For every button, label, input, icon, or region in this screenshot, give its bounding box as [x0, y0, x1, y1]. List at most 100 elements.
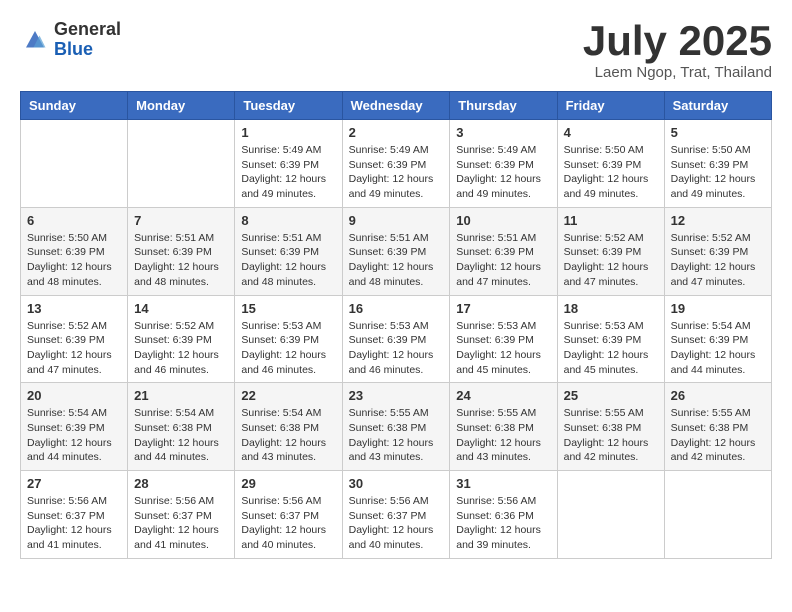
day-info: Sunrise: 5:52 AMSunset: 6:39 PMDaylight:… [564, 231, 658, 290]
calendar-day-cell: 23 Sunrise: 5:55 AMSunset: 6:38 PMDayligh… [342, 383, 450, 471]
day-number: 16 [349, 301, 444, 316]
day-info: Sunrise: 5:52 AMSunset: 6:39 PMDaylight:… [27, 319, 121, 378]
calendar-day-cell: 19Sunrise: 5:54 AMSunset: 6:39 PMDayligh… [664, 295, 771, 383]
day-info: Sunrise: 5:52 AMSunset: 6:39 PMDaylight:… [134, 319, 228, 378]
calendar-day-cell [557, 471, 664, 559]
month-title: July 2025 [583, 20, 772, 62]
logo-general: General [54, 20, 121, 40]
day-info: Sunrise: 5:56 AMSunset: 6:36 PMDaylight:… [456, 494, 550, 553]
day-info: Sunrise: 5:50 AMSunset: 6:39 PMDaylight:… [27, 231, 121, 290]
day-number: 13 [27, 301, 121, 316]
calendar-day-cell [664, 471, 771, 559]
calendar-day-cell [128, 120, 235, 208]
day-of-week-header: Friday [557, 92, 664, 120]
day-number: 12 [671, 213, 765, 228]
calendar-day-cell: 3Sunrise: 5:49 AMSunset: 6:39 PMDaylight… [450, 120, 557, 208]
day-of-week-header: Saturday [664, 92, 771, 120]
day-info: Sunrise: 5:53 AMSunset: 6:39 PMDaylight:… [456, 319, 550, 378]
calendar-day-cell: 10 Sunrise: 5:51 AMSunset: 6:39 PMDayligh… [450, 207, 557, 295]
day-info: Sunrise: 5:49 AMSunset: 6:39 PMDaylight:… [241, 143, 335, 202]
day-info: Sunrise: 5:49 AMSunset: 6:39 PMDaylight:… [349, 143, 444, 202]
day-number: 15 [241, 301, 335, 316]
day-info: Sunrise: 5:51 AMSunset: 6:39 PMDaylight:… [349, 231, 444, 290]
day-number: 6 [27, 213, 121, 228]
day-number: 3 [456, 125, 550, 140]
calendar-day-cell: 1 Sunrise: 5:49 AMSunset: 6:39 PMDaylight… [235, 120, 342, 208]
day-of-week-header: Wednesday [342, 92, 450, 120]
day-number: 21 [134, 388, 228, 403]
day-info: Sunrise: 5:54 AMSunset: 6:38 PMDaylight:… [241, 406, 335, 465]
logo-blue: Blue [54, 40, 121, 60]
day-info: Sunrise: 5:55 AMSunset: 6:38 PMDaylight:… [564, 406, 658, 465]
day-number: 10 [456, 213, 550, 228]
calendar-day-cell: 15 Sunrise: 5:53 AMSunset: 6:39 PMDayligh… [235, 295, 342, 383]
day-number: 19 [671, 301, 765, 316]
day-info: Sunrise: 5:50 AMSunset: 6:39 PMDaylight:… [564, 143, 658, 202]
calendar-day-cell: 24 Sunrise: 5:55 AMSunset: 6:38 PMDayligh… [450, 383, 557, 471]
day-number: 25 [564, 388, 658, 403]
day-info: Sunrise: 5:50 AMSunset: 6:39 PMDaylight:… [671, 143, 765, 202]
day-info: Sunrise: 5:56 AMSunset: 6:37 PMDaylight:… [27, 494, 121, 553]
calendar-day-cell: 27Sunrise: 5:56 AMSunset: 6:37 PMDayligh… [21, 471, 128, 559]
calendar-day-cell: 28Sunrise: 5:56 AMSunset: 6:37 PMDayligh… [128, 471, 235, 559]
day-number: 9 [349, 213, 444, 228]
calendar-day-cell [21, 120, 128, 208]
day-number: 2 [349, 125, 444, 140]
day-number: 30 [349, 476, 444, 491]
calendar-day-cell: 8 Sunrise: 5:51 AMSunset: 6:39 PMDaylight… [235, 207, 342, 295]
calendar-day-cell: 31Sunrise: 5:56 AMSunset: 6:36 PMDayligh… [450, 471, 557, 559]
day-number: 11 [564, 213, 658, 228]
day-of-week-header: Thursday [450, 92, 557, 120]
calendar-week-row: 1 Sunrise: 5:49 AMSunset: 6:39 PMDaylight… [21, 120, 772, 208]
day-of-week-header: Monday [128, 92, 235, 120]
day-number: 23 [349, 388, 444, 403]
calendar-day-cell: 20Sunrise: 5:54 AMSunset: 6:39 PMDayligh… [21, 383, 128, 471]
day-number: 20 [27, 388, 121, 403]
calendar-day-cell: 25 Sunrise: 5:55 AMSunset: 6:38 PMDayligh… [557, 383, 664, 471]
day-info: Sunrise: 5:53 AMSunset: 6:39 PMDaylight:… [349, 319, 444, 378]
calendar-day-cell: 30 Sunrise: 5:56 AMSunset: 6:37 PMDayligh… [342, 471, 450, 559]
day-number: 8 [241, 213, 335, 228]
calendar-day-cell: 16 Sunrise: 5:53 AMSunset: 6:39 PMDayligh… [342, 295, 450, 383]
calendar-day-cell: 6 Sunrise: 5:50 AMSunset: 6:39 PMDaylight… [21, 207, 128, 295]
calendar-day-cell: 4 Sunrise: 5:50 AMSunset: 6:39 PMDaylight… [557, 120, 664, 208]
title-block: July 2025 Laem Ngop, Trat, Thailand [583, 20, 772, 81]
days-of-week-row: SundayMondayTuesdayWednesdayThursdayFrid… [21, 92, 772, 120]
day-info: Sunrise: 5:52 AMSunset: 6:39 PMDaylight:… [671, 231, 765, 290]
calendar-day-cell: 2 Sunrise: 5:49 AMSunset: 6:39 PMDaylight… [342, 120, 450, 208]
day-number: 17 [456, 301, 550, 316]
calendar-header: SundayMondayTuesdayWednesdayThursdayFrid… [21, 92, 772, 120]
calendar-day-cell: 12 Sunrise: 5:52 AMSunset: 6:39 PMDayligh… [664, 207, 771, 295]
day-number: 7 [134, 213, 228, 228]
day-info: Sunrise: 5:51 AMSunset: 6:39 PMDaylight:… [241, 231, 335, 290]
day-info: Sunrise: 5:56 AMSunset: 6:37 PMDaylight:… [349, 494, 444, 553]
calendar-day-cell: 26Sunrise: 5:55 AMSunset: 6:38 PMDayligh… [664, 383, 771, 471]
day-number: 1 [241, 125, 335, 140]
calendar-day-cell: 11 Sunrise: 5:52 AMSunset: 6:39 PMDayligh… [557, 207, 664, 295]
day-info: Sunrise: 5:56 AMSunset: 6:37 PMDaylight:… [241, 494, 335, 553]
logo: General Blue [20, 20, 121, 60]
day-info: Sunrise: 5:55 AMSunset: 6:38 PMDaylight:… [456, 406, 550, 465]
day-number: 28 [134, 476, 228, 491]
day-of-week-header: Sunday [21, 92, 128, 120]
calendar-table: SundayMondayTuesdayWednesdayThursdayFrid… [20, 91, 772, 559]
day-number: 24 [456, 388, 550, 403]
day-info: Sunrise: 5:51 AMSunset: 6:39 PMDaylight:… [456, 231, 550, 290]
calendar-day-cell: 9 Sunrise: 5:51 AMSunset: 6:39 PMDaylight… [342, 207, 450, 295]
day-info: Sunrise: 5:51 AMSunset: 6:39 PMDaylight:… [134, 231, 228, 290]
calendar-day-cell: 22 Sunrise: 5:54 AMSunset: 6:38 PMDayligh… [235, 383, 342, 471]
page-header: General Blue July 2025 Laem Ngop, Trat, … [20, 20, 772, 81]
day-info: Sunrise: 5:53 AMSunset: 6:39 PMDaylight:… [241, 319, 335, 378]
day-number: 14 [134, 301, 228, 316]
day-number: 4 [564, 125, 658, 140]
day-number: 18 [564, 301, 658, 316]
calendar-body: 1 Sunrise: 5:49 AMSunset: 6:39 PMDaylight… [21, 120, 772, 559]
calendar-day-cell: 13 Sunrise: 5:52 AMSunset: 6:39 PMDayligh… [21, 295, 128, 383]
calendar-week-row: 20Sunrise: 5:54 AMSunset: 6:39 PMDayligh… [21, 383, 772, 471]
day-number: 22 [241, 388, 335, 403]
logo-text: General Blue [54, 20, 121, 60]
day-info: Sunrise: 5:55 AMSunset: 6:38 PMDaylight:… [349, 406, 444, 465]
day-info: Sunrise: 5:53 AMSunset: 6:39 PMDaylight:… [564, 319, 658, 378]
calendar-week-row: 6 Sunrise: 5:50 AMSunset: 6:39 PMDaylight… [21, 207, 772, 295]
day-number: 26 [671, 388, 765, 403]
